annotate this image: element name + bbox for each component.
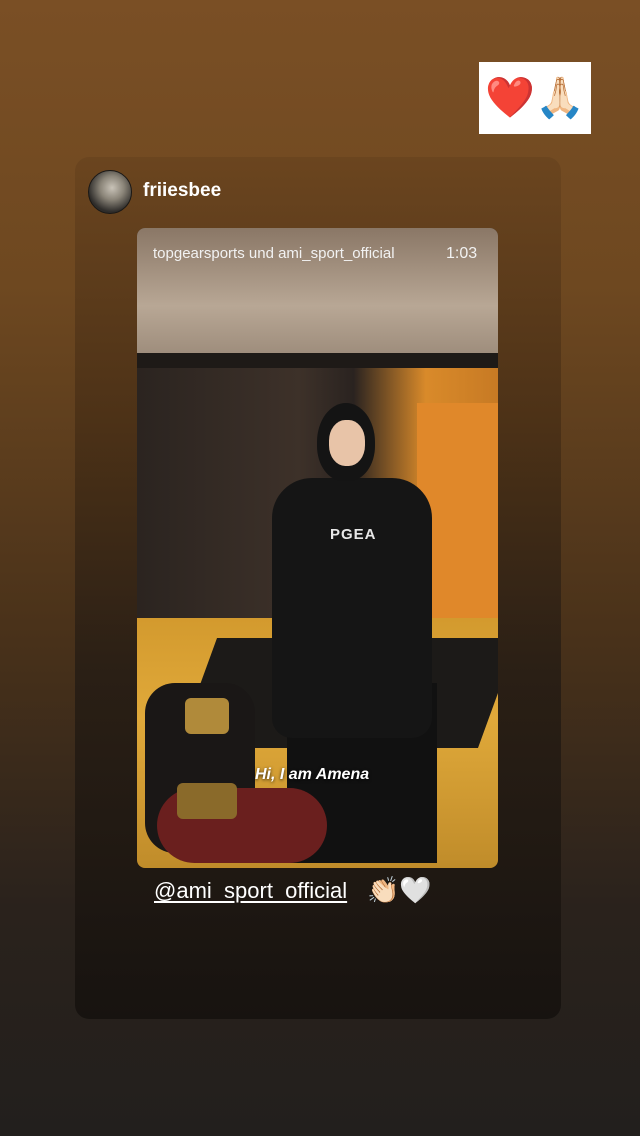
video-subtitle: Hi, I am Amena (255, 766, 370, 783)
video-author-header[interactable]: topgearsports und ami_sport_official (153, 245, 395, 262)
post-username[interactable]: friiesbee (143, 180, 221, 202)
video-person-body (272, 478, 432, 738)
video-person-face (329, 420, 365, 466)
mention-sticker[interactable]: @ami_sport_official (154, 878, 347, 904)
video-glove-badge (177, 783, 237, 819)
sticker-emojis: ❤️🙏🏻 (485, 76, 585, 120)
avatar[interactable] (88, 170, 132, 214)
video-glove-badge (185, 698, 229, 734)
emoji-sticker[interactable]: ❤️🙏🏻 (479, 62, 591, 134)
clap-heart-emojis: 👏🏻🤍 (367, 875, 432, 905)
video-shirt-logo: PGEA (330, 526, 377, 543)
video-duration: 1:03 (446, 245, 478, 262)
